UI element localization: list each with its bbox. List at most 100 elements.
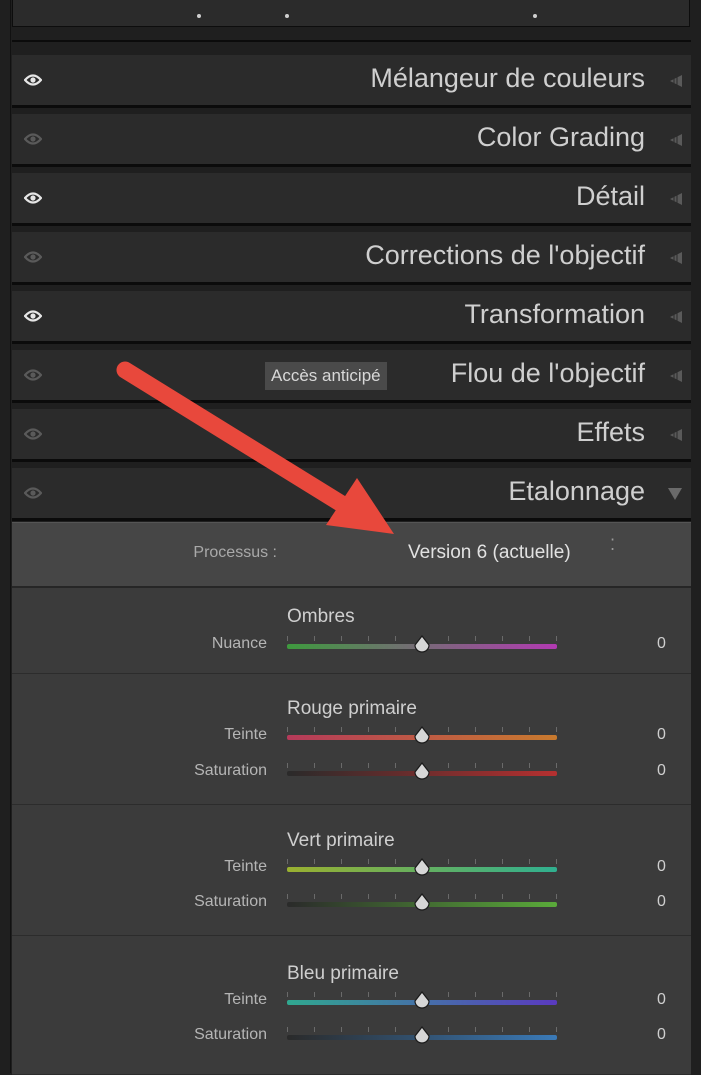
- section-title: Bleu primaire: [287, 963, 399, 984]
- slider-tick: [287, 992, 288, 997]
- calibration-section: Bleu primaire Teinte 0 Saturation 0: [12, 935, 691, 1075]
- panel-title[interactable]: Transformation: [464, 299, 645, 330]
- slider-tick: [448, 1027, 449, 1032]
- expand-triangle-icon[interactable]: [667, 428, 683, 442]
- slider-value[interactable]: 0: [657, 635, 666, 653]
- slider-tick: [556, 1027, 557, 1032]
- slider-tick: [368, 894, 369, 899]
- eye-icon[interactable]: [23, 368, 43, 382]
- process-select[interactable]: Version 6 (actuelle): [408, 542, 571, 564]
- expand-triangle-icon[interactable]: [667, 133, 683, 147]
- calibration-section: Ombres Nuance 0: [12, 588, 691, 674]
- slider-tick: [395, 1027, 396, 1032]
- slider-value[interactable]: 0: [657, 1026, 666, 1044]
- slider-tick: [341, 992, 342, 997]
- slider-tick: [314, 859, 315, 864]
- slider-tick: [314, 763, 315, 768]
- expand-triangle-icon[interactable]: [667, 310, 683, 324]
- slider-thumb[interactable]: [412, 1026, 432, 1044]
- slider-tick: [502, 636, 503, 641]
- slider-tick: [368, 859, 369, 864]
- collapse-triangle-icon[interactable]: [667, 487, 683, 501]
- slider-value[interactable]: 0: [657, 991, 666, 1009]
- previous-panel-remnant: [12, 0, 690, 27]
- slider-marker-dot: [285, 14, 289, 18]
- expand-triangle-icon[interactable]: [667, 251, 683, 265]
- panel-title[interactable]: Flou de l'objectif: [451, 358, 645, 389]
- eye-icon[interactable]: [23, 309, 43, 323]
- slider-value[interactable]: 0: [657, 858, 666, 876]
- slider-tick: [502, 859, 503, 864]
- slider-tick: [368, 727, 369, 732]
- slider-tick: [475, 763, 476, 768]
- slider-tick: [287, 763, 288, 768]
- slider-tick: [341, 763, 342, 768]
- panel-header-etalonnage[interactable]: Etalonnage: [12, 468, 691, 521]
- expand-triangle-icon[interactable]: [667, 369, 683, 383]
- eye-icon[interactable]: [23, 427, 43, 441]
- slider-tick: [529, 727, 530, 732]
- slider-label: Nuance: [211, 635, 267, 652]
- slider-value[interactable]: 0: [657, 726, 666, 744]
- slider-tick: [502, 763, 503, 768]
- separator: [12, 40, 691, 42]
- early-access-badge: Accès anticipé: [265, 362, 387, 390]
- eye-icon[interactable]: [23, 73, 43, 87]
- etalonnage-body: Processus : Version 6 (actuelle) ⁚ Ombre…: [12, 522, 691, 1075]
- expand-triangle-icon[interactable]: [667, 74, 683, 88]
- process-row[interactable]: Processus : Version 6 (actuelle) ⁚: [12, 523, 691, 588]
- slider-tick: [341, 859, 342, 864]
- slider-tick: [448, 763, 449, 768]
- panel-title[interactable]: Etalonnage: [508, 476, 645, 507]
- eye-icon[interactable]: [23, 132, 43, 146]
- slider-thumb[interactable]: [412, 991, 432, 1009]
- slider-label: Teinte: [224, 991, 267, 1008]
- eye-icon[interactable]: [23, 486, 43, 500]
- panel-header-corrections[interactable]: Corrections de l'objectif: [12, 232, 691, 285]
- expand-triangle-icon[interactable]: [667, 192, 683, 206]
- slider-tick: [529, 1027, 530, 1032]
- slider-marker-dot: [197, 14, 201, 18]
- eye-icon[interactable]: [23, 191, 43, 205]
- slider-thumb[interactable]: [412, 635, 432, 653]
- slider-label: Saturation: [194, 762, 267, 779]
- panel-title[interactable]: Color Grading: [477, 122, 645, 153]
- slider-tick: [556, 992, 557, 997]
- slider-tick: [368, 763, 369, 768]
- slider-tick: [448, 727, 449, 732]
- slider-value[interactable]: 0: [657, 762, 666, 780]
- panel-header-colorgrading[interactable]: Color Grading: [12, 114, 691, 167]
- slider-tick: [529, 763, 530, 768]
- slider-tick: [287, 636, 288, 641]
- slider-thumb[interactable]: [412, 726, 432, 744]
- select-arrows-icon[interactable]: ⁚: [610, 538, 615, 554]
- panel-header-melangeur[interactable]: Mélangeur de couleurs: [12, 55, 691, 108]
- panel-header-effets[interactable]: Effets: [12, 409, 691, 462]
- slider-tick: [287, 894, 288, 899]
- slider-tick: [556, 763, 557, 768]
- slider-tick: [395, 894, 396, 899]
- panel-header-detail[interactable]: Détail: [12, 173, 691, 226]
- slider-thumb[interactable]: [412, 858, 432, 876]
- panel-title[interactable]: Effets: [576, 417, 645, 448]
- slider-tick: [287, 727, 288, 732]
- slider-tick: [529, 636, 530, 641]
- slider-tick: [395, 992, 396, 997]
- panel-header-flou[interactable]: Accès anticipé Flou de l'objectif: [12, 350, 691, 403]
- eye-icon[interactable]: [23, 250, 43, 264]
- slider-tick: [502, 894, 503, 899]
- slider-tick: [395, 763, 396, 768]
- slider-value[interactable]: 0: [657, 893, 666, 911]
- slider-tick: [448, 894, 449, 899]
- panel-title[interactable]: Corrections de l'objectif: [365, 240, 645, 271]
- slider-thumb[interactable]: [412, 893, 432, 911]
- panel-title[interactable]: Mélangeur de couleurs: [370, 63, 645, 94]
- slider-tick: [475, 1027, 476, 1032]
- slider-tick: [475, 894, 476, 899]
- slider-tick: [314, 894, 315, 899]
- panel-header-transformation[interactable]: Transformation: [12, 291, 691, 344]
- slider-thumb[interactable]: [412, 762, 432, 780]
- slider-tick: [395, 636, 396, 641]
- panel-title[interactable]: Détail: [576, 181, 645, 212]
- slider-tick: [475, 727, 476, 732]
